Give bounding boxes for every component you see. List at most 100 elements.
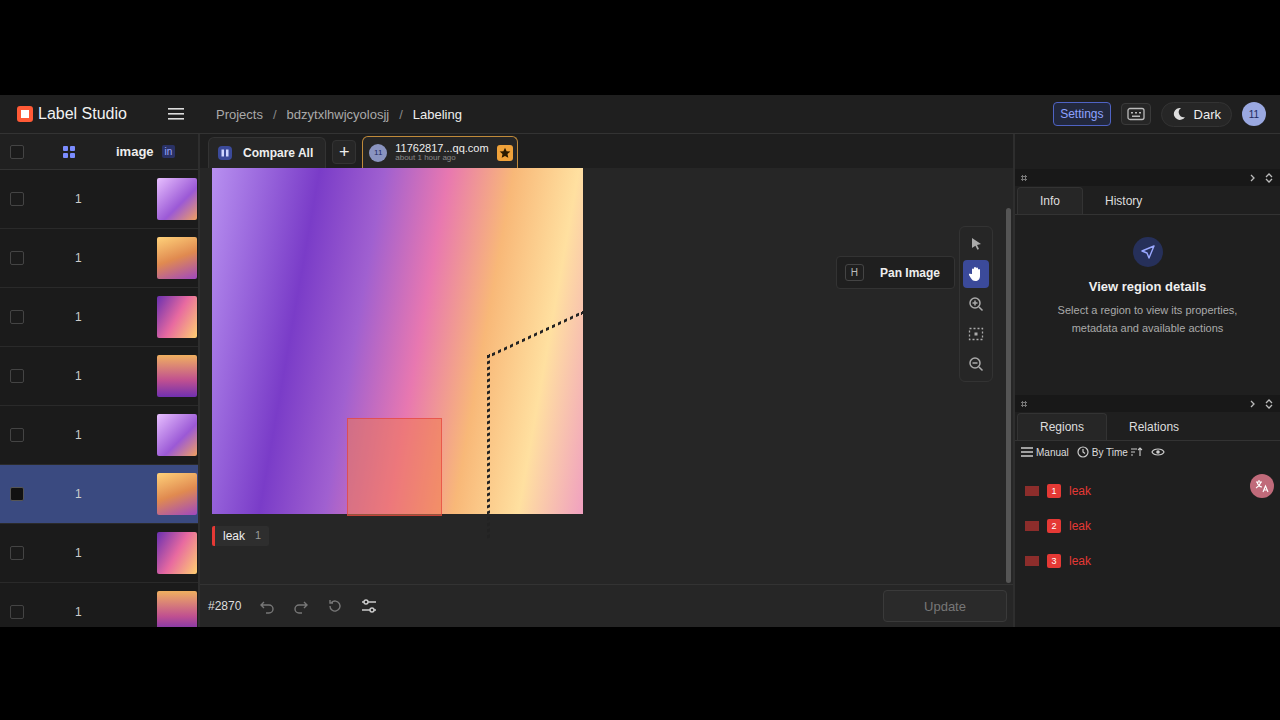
- star-icon: [499, 147, 511, 159]
- update-button[interactable]: Update: [883, 590, 1007, 622]
- grid-icon[interactable]: [62, 145, 76, 159]
- tooltip-label: Pan Image: [880, 266, 940, 280]
- breadcrumb-item[interactable]: Labeling: [413, 107, 462, 122]
- breadcrumb-separator: /: [399, 107, 403, 122]
- column-header[interactable]: image: [116, 144, 154, 159]
- region-item[interactable]: 1 leak: [1015, 473, 1280, 508]
- table-row[interactable]: 1: [0, 465, 198, 524]
- table-row[interactable]: 1: [0, 406, 198, 465]
- reset-icon[interactable]: [327, 598, 343, 614]
- keyboard-icon: [1127, 107, 1145, 121]
- thumbnail: [157, 355, 197, 397]
- annotation-tab[interactable]: 1111762817...qq.comabout 1 hour ago: [362, 136, 517, 168]
- compare-all-button[interactable]: Compare All: [208, 137, 326, 168]
- row-checkbox[interactable]: [10, 546, 24, 560]
- region-outline[interactable]: [487, 310, 584, 538]
- panel-tab[interactable]: Regions: [1017, 413, 1107, 440]
- add-annotation-button[interactable]: +: [332, 140, 356, 164]
- sort-order[interactable]: By Time: [1077, 446, 1143, 458]
- tool-button[interactable]: [963, 290, 989, 318]
- region-index: 1: [1047, 484, 1061, 498]
- row-checkbox[interactable]: [10, 605, 24, 619]
- shortcuts-button[interactable]: [1121, 103, 1151, 125]
- table-row[interactable]: 1: [0, 347, 198, 406]
- region-item[interactable]: 2 leak: [1015, 508, 1280, 543]
- label-list: leak1: [212, 526, 583, 546]
- scrollbar[interactable]: [1006, 208, 1011, 583]
- ground-truth-badge[interactable]: [497, 145, 513, 161]
- thumbnail: [157, 414, 197, 456]
- image[interactable]: [212, 168, 583, 514]
- compare-label: Compare All: [243, 146, 313, 160]
- hamburger-icon[interactable]: [168, 107, 186, 121]
- table-header: imagein: [0, 134, 198, 170]
- annotation-tabs: Compare All +1111762817...qq.comabout 1 h…: [200, 134, 1013, 168]
- select-all-checkbox[interactable]: [10, 145, 24, 159]
- table-row[interactable]: 1: [0, 524, 198, 583]
- eye-icon[interactable]: [1151, 446, 1165, 458]
- columns-icon: [217, 145, 233, 161]
- row-checkbox[interactable]: [10, 310, 24, 324]
- region-box[interactable]: [347, 418, 442, 516]
- grip-icon: [1021, 175, 1027, 181]
- panel-tab[interactable]: History: [1083, 188, 1164, 214]
- region-index: 2: [1047, 519, 1061, 533]
- breadcrumb: Projects/bdzytxlhwjcyolosjj/Labeling: [216, 107, 462, 122]
- row-checkbox[interactable]: [10, 487, 24, 501]
- cursor-icon-badge: [1133, 237, 1163, 267]
- list-icon: [1021, 447, 1033, 457]
- theme-toggle[interactable]: Dark: [1161, 102, 1232, 127]
- translate-button[interactable]: [1250, 474, 1274, 498]
- label-chip[interactable]: leak1: [212, 526, 269, 546]
- collapse-icon[interactable]: [1248, 399, 1258, 409]
- panel-tab[interactable]: Relations: [1107, 414, 1201, 440]
- panel-tab[interactable]: Info: [1017, 187, 1083, 214]
- breadcrumb-item[interactable]: bdzytxlhwjcyolosjj: [287, 107, 390, 122]
- logo[interactable]: Label Studio: [16, 105, 166, 123]
- sliders-icon[interactable]: [361, 598, 377, 614]
- tool-button[interactable]: [963, 230, 989, 258]
- region-index: 3: [1047, 554, 1061, 568]
- panel-handle[interactable]: [1015, 395, 1280, 412]
- table-row[interactable]: 1: [0, 583, 198, 627]
- tool-button[interactable]: [963, 260, 989, 288]
- annotation-avatar: 11: [369, 144, 387, 162]
- row-checkbox[interactable]: [10, 192, 24, 206]
- row-value: 1: [75, 487, 85, 501]
- sort-direction-icon: [1131, 446, 1143, 458]
- translate-icon: [1255, 479, 1269, 493]
- row-checkbox[interactable]: [10, 251, 24, 265]
- pointer-icon: [968, 236, 984, 252]
- region-label: leak: [1069, 519, 1091, 533]
- breadcrumb-item[interactable]: Projects: [216, 107, 263, 122]
- info-panel: View region detailsSelect a region to vi…: [1015, 215, 1280, 395]
- annotation-time: about 1 hour ago: [395, 154, 488, 163]
- row-checkbox[interactable]: [10, 428, 24, 442]
- info-tabs: InfoHistory: [1015, 186, 1280, 215]
- region-item[interactable]: 3leak: [1015, 543, 1280, 578]
- user-avatar[interactable]: 11: [1242, 102, 1266, 126]
- row-value: 1: [75, 310, 85, 324]
- tool-button[interactable]: [963, 350, 989, 378]
- label-count: 1: [255, 529, 261, 543]
- undo-icon[interactable]: [259, 598, 275, 614]
- group-mode[interactable]: Manual: [1021, 447, 1069, 458]
- region-label: leak: [1069, 484, 1091, 498]
- row-checkbox[interactable]: [10, 369, 24, 383]
- row-value: 1: [75, 369, 85, 383]
- redo-icon[interactable]: [293, 598, 309, 614]
- panel-handle[interactable]: [1015, 169, 1280, 186]
- table-row[interactable]: 1: [0, 288, 198, 347]
- collapse-icon[interactable]: [1248, 173, 1258, 183]
- logo-icon: [16, 105, 34, 123]
- grip-icon: [1021, 401, 1027, 407]
- settings-button[interactable]: Settings: [1053, 102, 1110, 126]
- expand-icon[interactable]: [1264, 173, 1274, 183]
- expand-icon[interactable]: [1264, 399, 1274, 409]
- task-table: imagein11111111: [0, 134, 200, 627]
- table-row[interactable]: 1: [0, 170, 198, 229]
- tool-button[interactable]: [963, 320, 989, 348]
- bottom-bar: #2870Update: [200, 584, 1013, 627]
- header-actions: Settings Dark 11: [1053, 102, 1266, 127]
- table-row[interactable]: 1: [0, 229, 198, 288]
